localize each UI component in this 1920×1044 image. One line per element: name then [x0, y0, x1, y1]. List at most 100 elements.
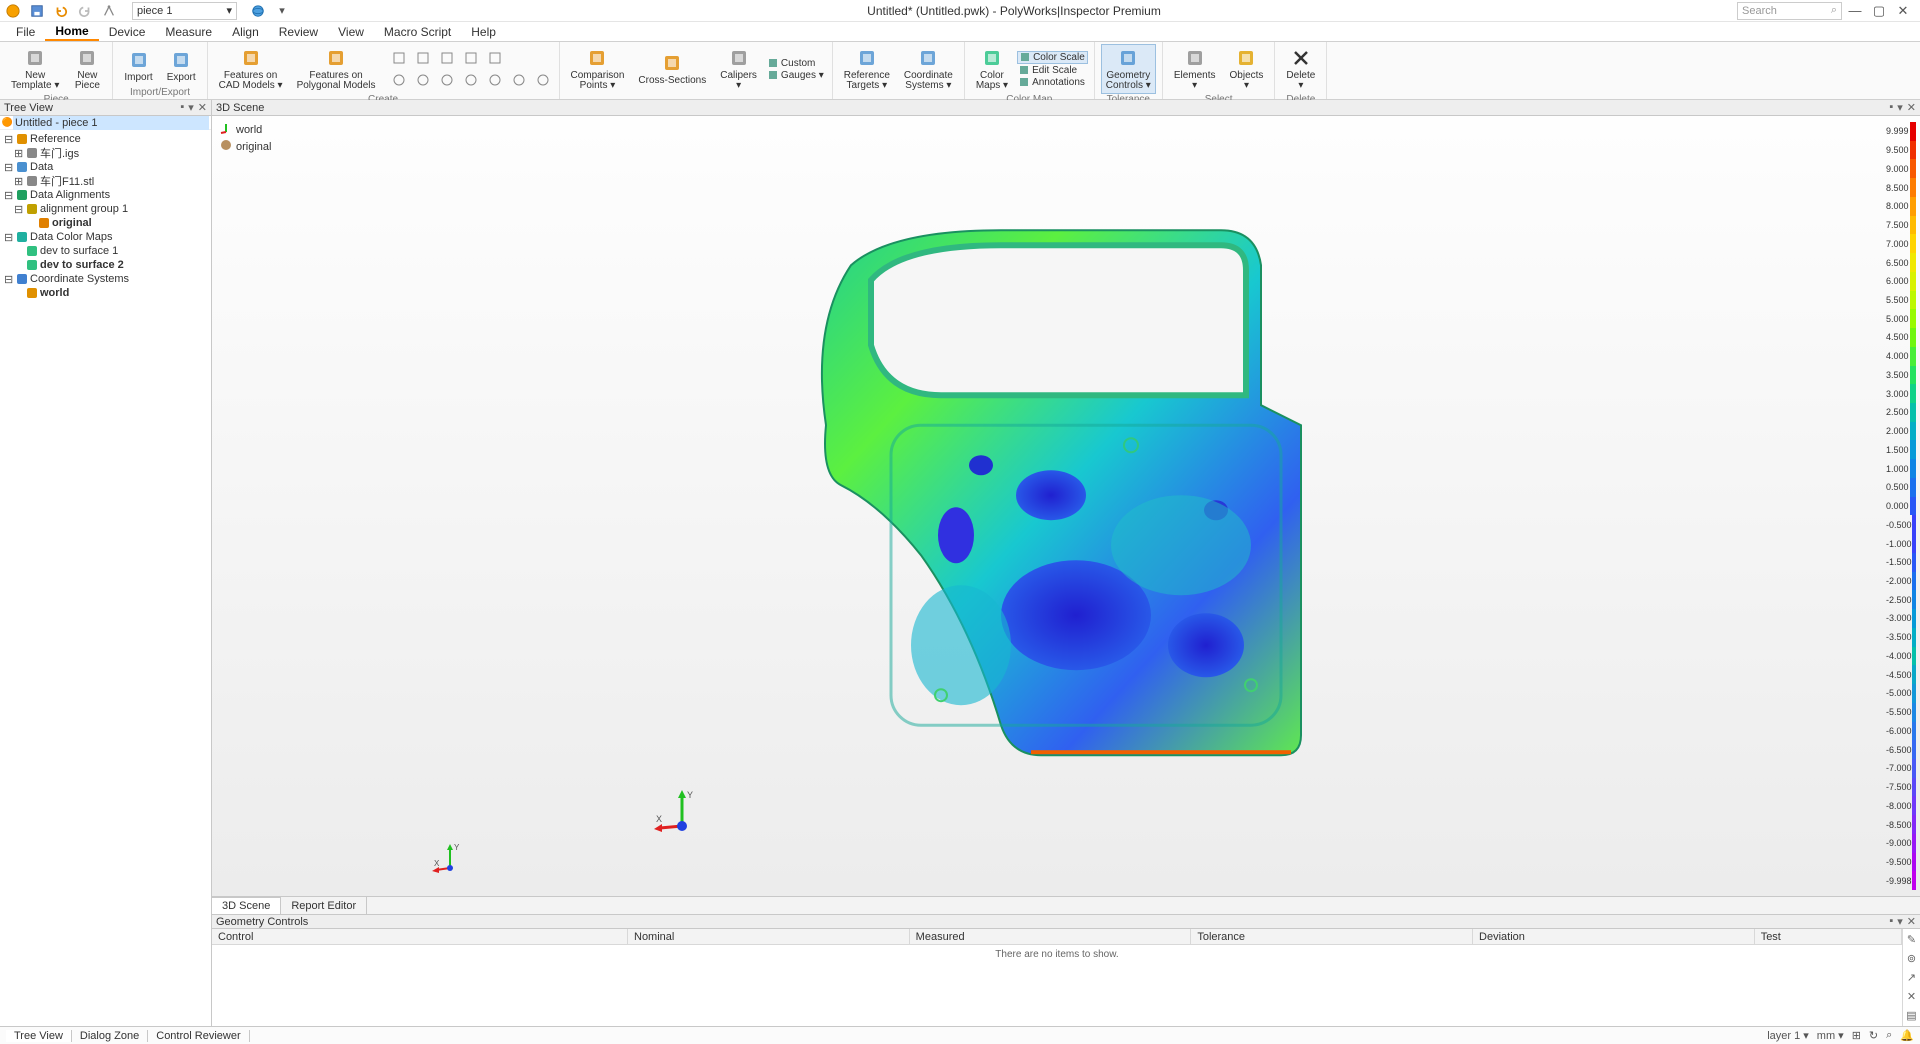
color-scale-button[interactable]: Color Scale [1017, 51, 1088, 64]
tree-body[interactable]: ⊟Reference⊞车门.igs⊟Data⊞车门F11.stl⊟Data Al… [0, 130, 211, 1026]
tree-node[interactable]: ⊟alignment group 1 [2, 202, 209, 216]
features-cad-button[interactable]: Features onCAD Models ▾ [214, 44, 288, 94]
dropdown-icon[interactable]: ▾ [188, 101, 194, 114]
menu-view[interactable]: View [328, 22, 374, 41]
menu-home[interactable]: Home [45, 22, 98, 41]
piece-combo[interactable]: piece 1▾ [132, 2, 237, 20]
status-icon[interactable]: ⊞ [1852, 1029, 1861, 1042]
annotations-button[interactable]: Annotations [1017, 77, 1088, 88]
globe-icon[interactable] [249, 2, 267, 20]
objects-button[interactable]: Objects▾ [1225, 44, 1269, 94]
status-icon[interactable]: ⌕ [1886, 1029, 1892, 1042]
circle-icon[interactable] [437, 48, 457, 68]
export-button[interactable]: Export [162, 46, 201, 86]
pin-icon[interactable]: ▪ [1889, 915, 1893, 928]
maximize-button[interactable]: ▢ [1868, 1, 1890, 21]
tool-icon[interactable]: ⊚ [1907, 952, 1916, 965]
arc-icon[interactable] [413, 48, 433, 68]
geo-col-tolerance[interactable]: Tolerance [1191, 929, 1473, 944]
close-panel-icon[interactable]: ✕ [198, 101, 207, 114]
geo-col-control[interactable]: Control [212, 929, 628, 944]
new-piece-button[interactable]: NewPiece [68, 44, 106, 94]
view-tab-3d-scene[interactable]: 3D Scene [212, 897, 281, 914]
tool-icon[interactable]: ✎ [1907, 933, 1916, 946]
app-icon[interactable] [4, 2, 22, 20]
line-icon[interactable] [389, 48, 409, 68]
notification-icon[interactable]: 🔔 [1900, 1029, 1914, 1042]
tree-node[interactable]: original [2, 216, 209, 230]
expand-icon[interactable]: ⊟ [4, 189, 13, 202]
status-icon[interactable]: ↻ [1869, 1029, 1878, 1042]
close-viewport-icon[interactable]: ✕ [1907, 101, 1916, 114]
tool-icon[interactable]: ▤ [1906, 1009, 1916, 1022]
menu-review[interactable]: Review [269, 22, 328, 41]
menu-help[interactable]: Help [461, 22, 506, 41]
tree-node[interactable]: ⊟Data Alignments [2, 188, 209, 202]
close-button[interactable]: ✕ [1892, 1, 1914, 21]
pin-icon[interactable]: ▪ [180, 101, 184, 114]
comparison-points-button[interactable]: ComparisonPoints ▾ [566, 44, 630, 94]
dropdown-icon[interactable]: ▾ [1897, 915, 1903, 928]
menu-macro-script[interactable]: Macro Script [374, 22, 461, 41]
viewport-tab[interactable]: 3D Scene [216, 102, 264, 114]
color-maps-button[interactable]: ColorMaps ▾ [971, 44, 1013, 94]
geo-col-deviation[interactable]: Deviation [1473, 929, 1755, 944]
tree-root[interactable]: Untitled - piece 1 [13, 116, 209, 130]
tree-node[interactable]: ⊞车门.igs [2, 146, 209, 160]
import-button[interactable]: Import [119, 46, 157, 86]
search-input[interactable]: Search⌕ [1737, 2, 1842, 20]
tree-node[interactable]: ⊟Coordinate Systems [2, 272, 209, 286]
pin-icon[interactable]: ▪ [1889, 101, 1893, 114]
redo-icon[interactable] [76, 2, 94, 20]
tree-node[interactable]: dev to surface 2 [2, 258, 209, 272]
tool-icon[interactable]: ✕ [1907, 990, 1916, 1003]
menu-measure[interactable]: Measure [155, 22, 222, 41]
geo-col-measured[interactable]: Measured [910, 929, 1192, 944]
tri-icon[interactable] [389, 70, 409, 90]
status-tab-dialog-zone[interactable]: Dialog Zone [72, 1030, 148, 1042]
status-tab-control-reviewer[interactable]: Control Reviewer [148, 1030, 249, 1042]
gauges-button[interactable]: Gauges ▾ [766, 70, 826, 81]
features-poly-button[interactable]: Features onPolygonal Models [292, 44, 381, 94]
custom-button[interactable]: Custom [766, 58, 826, 69]
torus-icon[interactable] [485, 70, 505, 90]
unit-selector[interactable]: mm ▾ [1817, 1029, 1844, 1042]
expand-icon[interactable]: ⊟ [4, 161, 13, 174]
more-icon[interactable] [533, 70, 553, 90]
menu-device[interactable]: Device [99, 22, 156, 41]
expand-icon[interactable]: ⊞ [14, 175, 23, 188]
geo-col-test[interactable]: Test [1755, 929, 1902, 944]
tree-node[interactable]: world [2, 286, 209, 300]
tree-node[interactable]: ⊟Reference [2, 132, 209, 146]
qat-dropdown-icon[interactable]: ▾ [273, 2, 291, 20]
tool-icon[interactable]: ↗ [1907, 971, 1916, 984]
ref-targets-button[interactable]: ReferenceTargets ▾ [839, 44, 895, 94]
minimize-button[interactable]: — [1844, 1, 1866, 21]
dropdown-icon[interactable]: ▾ [1897, 101, 1903, 114]
3d-viewport[interactable]: worldoriginal [212, 116, 1920, 896]
tree-node[interactable]: ⊟Data [2, 160, 209, 174]
elements-button[interactable]: Elements▾ [1169, 44, 1221, 94]
tree-node[interactable]: dev to surface 1 [2, 244, 209, 258]
menu-align[interactable]: Align [222, 22, 269, 41]
plane-icon[interactable] [485, 48, 505, 68]
slot-icon[interactable] [461, 48, 481, 68]
color-scale[interactable]: 9.9999.5009.0008.5008.0007.5007.0006.500… [1886, 122, 1916, 890]
geometry-controls-button[interactable]: GeometryControls ▾ [1101, 44, 1156, 94]
undo-icon[interactable] [52, 2, 70, 20]
new-template-button[interactable]: NewTemplate ▾ [6, 44, 64, 94]
sphere-icon[interactable] [461, 70, 481, 90]
save-icon[interactable] [28, 2, 46, 20]
poly-icon[interactable] [509, 70, 529, 90]
menu-file[interactable]: File [6, 22, 45, 41]
share-icon[interactable] [100, 2, 118, 20]
view-tab-report-editor[interactable]: Report Editor [281, 897, 367, 914]
expand-icon[interactable]: ⊟ [14, 203, 23, 216]
coord-systems-button[interactable]: CoordinateSystems ▾ [899, 44, 958, 94]
geo-col-nominal[interactable]: Nominal [628, 929, 910, 944]
expand-icon[interactable]: ⊟ [4, 231, 13, 244]
calipers-button[interactable]: Calipers▾ [715, 44, 762, 94]
tree-node[interactable]: ⊟Data Color Maps [2, 230, 209, 244]
cone-icon[interactable] [413, 70, 433, 90]
layer-selector[interactable]: layer 1 ▾ [1767, 1029, 1809, 1042]
